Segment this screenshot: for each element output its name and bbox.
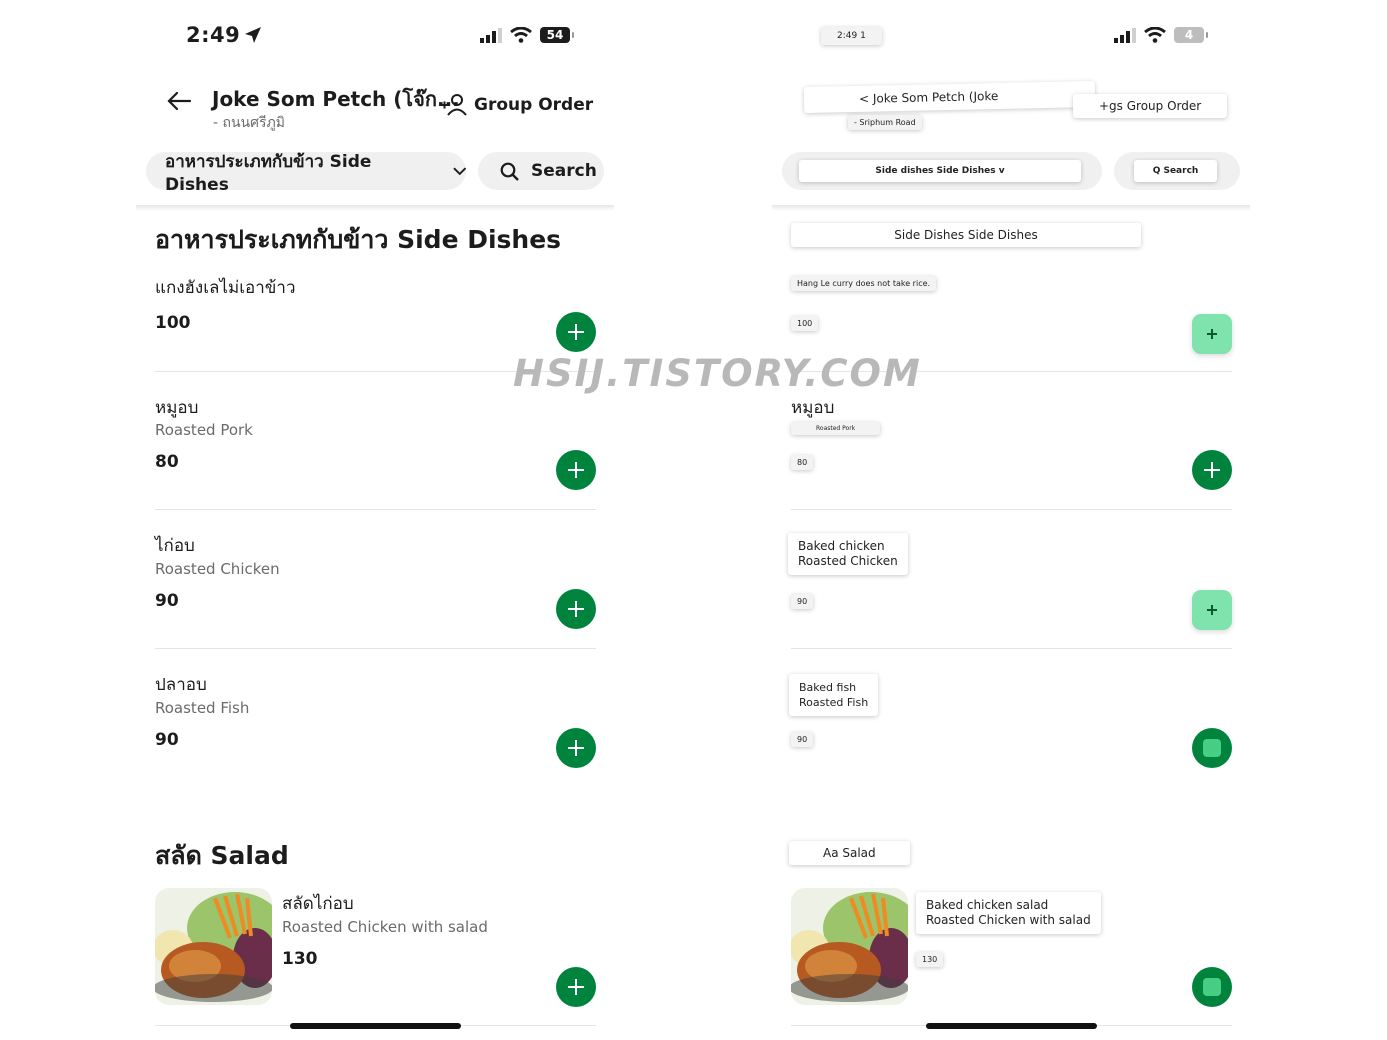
category-dropdown-label: อาหารประเภทกับข้าว Side Dishes [165,151,372,195]
item-name: ปลาอบ [155,675,207,695]
header-shadow [772,205,1250,211]
item-subtitle: Roasted Chicken with salad [926,913,1091,927]
search-label: Search [531,161,597,181]
watermark: HSIJ.TISTORY.COM [513,352,922,395]
item-name: สลัดไก่อบ [282,894,354,914]
plus-icon [568,601,584,617]
item-subtitle: Roasted Chicken [155,560,280,578]
search-label: Q Search [1134,160,1217,182]
add-item-button[interactable] [1192,590,1232,630]
plus-icon [1203,978,1221,996]
category-dropdown[interactable]: Side dishes Side Dishes v [782,152,1102,190]
add-item-button[interactable] [1192,314,1232,354]
add-item-button[interactable] [1192,450,1232,490]
item-name: Baked chicken salad [926,898,1049,912]
battery-icon: 4 [1174,27,1208,43]
home-indicator [926,1023,1097,1029]
signal-icon [480,27,502,43]
item-name: Baked chicken [798,539,885,553]
add-item-button[interactable] [556,312,596,352]
divider [791,648,1232,649]
add-item-button[interactable] [1192,728,1232,768]
home-indicator [290,1023,461,1029]
item-subtitle: Roasted Fish [799,696,869,709]
battery-icon: 54 [540,27,574,43]
item-price: 100 [155,313,191,333]
location-arrow-icon [244,25,262,49]
item-price: 90 [791,732,814,747]
status-icons: 54 [480,27,574,43]
food-thumbnail [155,888,272,1005]
original-screen: 2:49 54 Joke Som Petch (โจ๊ก... - ถนนศรี… [128,0,628,1040]
item-price: 90 [791,594,814,609]
plus-icon [568,979,584,995]
divider [155,509,596,510]
section-title-side-dishes: อาหารประเภทกับข้าว Side Dishes [155,225,562,254]
divider [791,509,1232,510]
group-icon [441,94,467,116]
status-time: 2:49 1 [821,27,882,45]
group-order-label: Group Order [474,95,594,115]
restaurant-address: - Sriphum Road [848,115,922,130]
restaurant-name: Joke Som Petch (โจ๊ก... [212,87,460,111]
item-name-block: Baked chicken Roasted Chicken [788,533,908,575]
add-item-button[interactable] [556,450,596,490]
category-dropdown-label: Side dishes Side Dishes v [799,160,1081,182]
restaurant-address: - ถนนศรีภูมิ [213,115,285,131]
item-name-block: Baked chicken salad Roasted Chicken with… [916,892,1101,934]
chevron-down-icon [452,166,466,175]
search-button[interactable]: Search [478,152,604,190]
item-subtitle: Roasted Chicken with salad [282,918,488,936]
item-name: ไก่อบ [155,536,195,556]
item-price: 100 [791,316,819,331]
item-name: Baked fish [799,681,857,694]
item-price: 80 [155,452,179,472]
item-price: 130 [916,952,944,967]
add-item-button[interactable] [556,728,596,768]
item-name: แกงฮังเลไม่เอาข้าว [155,278,296,298]
item-subtitle: Roasted Pork [155,421,253,439]
plus-icon [568,462,584,478]
group-order-button[interactable]: Group Order [440,93,593,117]
signal-icon [1114,27,1136,43]
item-price: 90 [155,591,179,611]
add-item-button[interactable] [1192,967,1232,1007]
section-title-side-dishes: Side Dishes Side Dishes [791,223,1141,247]
add-item-button[interactable] [556,967,596,1007]
status-time: 2:49 [186,23,262,49]
group-order-button[interactable]: +gs Group Order [1073,94,1228,118]
item-name-block: Baked fish Roasted Fish [789,674,879,716]
section-title-salad: Aa Salad [789,841,910,865]
item-subtitle: Roasted Pork [791,422,881,435]
search-icon [500,162,519,181]
item-subtitle: Roasted Chicken [798,554,898,568]
plus-icon [568,324,584,340]
header-shadow [136,205,614,211]
status-icons: 4 [1114,27,1208,43]
restaurant-name: < Joke Som Petch (Joke [803,80,1096,114]
plus-icon [1207,329,1217,339]
item-price: 80 [791,455,814,470]
item-price: 130 [282,949,318,969]
item-price: 90 [155,730,179,750]
wifi-icon [1144,27,1166,43]
wifi-icon [510,27,532,43]
item-name: หมูอบ [791,398,835,418]
item-name: Hang Le curry does not take rice. [791,276,937,291]
translated-screen: 2:49 1 4 < Joke Som Petch (Joke - Sriphu… [764,0,1264,1040]
plus-icon [1203,739,1221,757]
add-item-button[interactable] [556,589,596,629]
plus-icon [1207,605,1217,615]
category-dropdown[interactable]: อาหารประเภทกับข้าว Side Dishes [146,152,466,195]
food-thumbnail [791,888,908,1005]
divider [155,648,596,649]
section-title-salad: สลัด Salad [155,841,289,870]
plus-icon [1204,462,1220,478]
plus-icon [568,740,584,756]
item-subtitle: Roasted Fish [155,699,250,717]
search-button[interactable]: Q Search [1114,152,1240,190]
item-name: หมูอบ [155,398,199,418]
back-arrow-icon[interactable] [166,88,192,118]
